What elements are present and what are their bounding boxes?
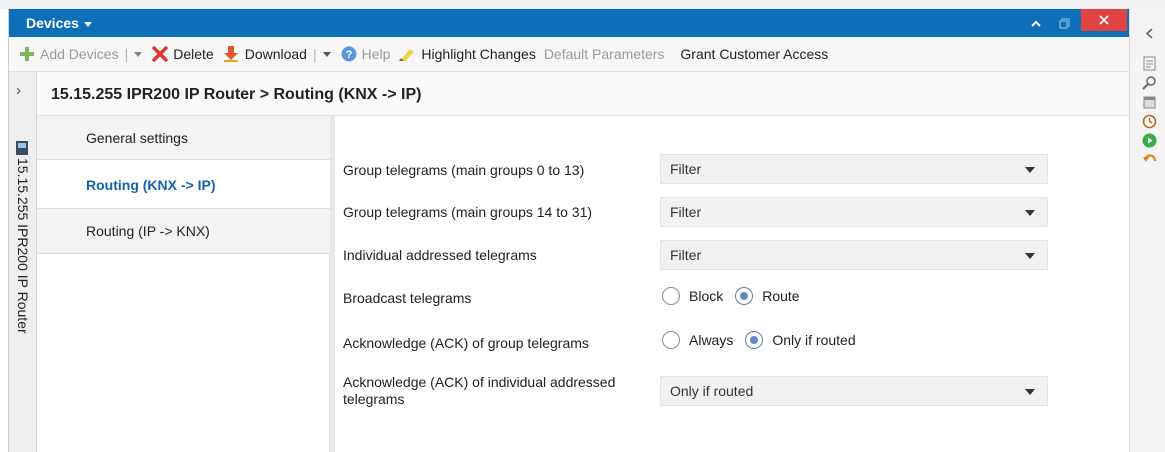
nav-item-label: General settings [86, 129, 188, 146]
page-title: 15.15.255 IPR200 IP Router > Routing (KN… [51, 86, 422, 103]
close-icon [1099, 15, 1109, 25]
right-side-toolbar [1129, 9, 1165, 452]
chevron-down-icon [1025, 167, 1035, 173]
ack-individual-label-line1: Acknowledge (ACK) of individual addresse… [343, 374, 616, 390]
help-button[interactable]: ? Help [337, 37, 395, 72]
panel-title: Devices [26, 15, 79, 31]
x-icon [152, 46, 168, 62]
help-icon: ? [341, 46, 357, 62]
broadcast-block-label[interactable]: Block [689, 288, 723, 304]
ack-group-label: Acknowledge (ACK) of group telegrams [343, 335, 589, 351]
delete-label: Delete [173, 46, 214, 62]
individual-label: Individual addressed telegrams [343, 247, 537, 263]
broadcast-block-radio[interactable] [662, 287, 680, 305]
properties-icon[interactable] [1142, 95, 1157, 110]
plus-icon [20, 47, 34, 61]
group-main-0-13-label: Group telegrams (main groups 0 to 13) [343, 162, 585, 178]
delete-button[interactable]: Delete [148, 37, 217, 72]
search-icon[interactable] [1142, 75, 1157, 90]
ack-group-only-if-routed-label[interactable]: Only if routed [772, 332, 855, 348]
nav-item-routing-ip-knx[interactable]: Routing (IP -> KNX) [37, 208, 330, 254]
toolbar-separator: | [124, 46, 129, 62]
download-label: Download [244, 46, 307, 62]
nav-item-label: Routing (IP -> KNX) [86, 223, 210, 239]
content-divider [330, 116, 335, 452]
title-bar: Devices [9, 9, 1130, 37]
default-parameters-label: Default Parameters [543, 46, 665, 62]
group-main-0-13-value: Filter [670, 161, 702, 177]
chevron-left-icon[interactable] [1142, 26, 1157, 41]
chevron-up-icon [1031, 20, 1041, 27]
device-side-tab[interactable]: › 15.15.255 IPR200 IP Router [9, 72, 37, 452]
group-main-14-31-label: Group telegrams (main groups 14 to 31) [343, 204, 593, 220]
individual-select[interactable]: Filter [660, 240, 1048, 270]
nav-item-general-settings[interactable]: General settings [37, 116, 330, 160]
restore-button[interactable] [1053, 9, 1075, 37]
grant-customer-access-button[interactable]: Grant Customer Access [676, 37, 832, 72]
broadcast-route-radio[interactable] [735, 287, 754, 305]
toolbar: Add Devices | Delete Download | ? Help H… [9, 37, 1130, 72]
group-main-0-13-select[interactable]: Filter [660, 154, 1048, 184]
highlight-changes-button[interactable]: Highlight Changes [394, 37, 539, 72]
ack-individual-value: Only if routed [670, 383, 754, 399]
undo-icon[interactable] [1142, 152, 1157, 167]
ack-individual-label: Acknowledge (ACK) of individual addresse… [343, 374, 615, 408]
svg-text:?: ? [345, 49, 352, 61]
ack-group-always-label[interactable]: Always [689, 332, 733, 348]
device-side-label: 15.15.255 IPR200 IP Router [15, 158, 31, 334]
top-strip [0, 0, 1165, 9]
help-label: Help [361, 46, 391, 62]
broadcast-label: Broadcast telegrams [343, 290, 472, 306]
restore-icon [1059, 18, 1069, 28]
nav-item-routing-knx-ip[interactable]: Routing (KNX -> IP) [37, 161, 330, 208]
chevron-down-icon [83, 21, 92, 27]
broadcast-route-label[interactable]: Route [762, 288, 799, 304]
document-icon[interactable] [1142, 56, 1157, 71]
add-devices-label: Add Devices [40, 46, 119, 62]
chevron-right-icon[interactable]: › [16, 82, 21, 99]
download-dropdown-arrow[interactable] [322, 51, 331, 57]
ack-group-only-if-routed-radio[interactable] [745, 331, 764, 349]
grant-customer-access-label: Grant Customer Access [680, 46, 829, 62]
device-icon [16, 141, 28, 155]
chevron-down-icon [1025, 253, 1035, 259]
download-arrow-icon [223, 46, 238, 62]
ack-individual-select[interactable]: Only if routed [660, 376, 1048, 406]
panel-title-button[interactable]: Devices [26, 15, 92, 31]
ack-group-always-radio[interactable] [662, 331, 680, 349]
page-header: 15.15.255 IPR200 IP Router > Routing (KN… [37, 72, 1130, 116]
ack-individual-label-line2: telegrams [343, 391, 405, 407]
individual-value: Filter [670, 247, 702, 263]
highlighter-icon [399, 49, 415, 61]
chevron-down-icon [1025, 389, 1035, 395]
close-button[interactable] [1081, 9, 1127, 31]
broadcast-radio-group: Block Route [662, 287, 812, 305]
add-devices-dropdown-arrow[interactable] [134, 51, 143, 57]
nav-item-label: Routing (KNX -> IP) [86, 176, 216, 193]
highlight-changes-label: Highlight Changes [421, 46, 536, 62]
download-button[interactable]: Download [218, 37, 311, 72]
default-parameters-button[interactable]: Default Parameters [540, 37, 669, 72]
add-devices-button[interactable]: Add Devices [15, 37, 123, 72]
group-main-14-31-value: Filter [670, 204, 702, 220]
ack-group-radio-group: Always Only if routed [662, 331, 868, 349]
collapse-button[interactable] [1025, 9, 1047, 37]
parameter-nav: General settings Routing (KNX -> IP) Rou… [37, 116, 330, 452]
play-icon[interactable] [1142, 133, 1157, 148]
group-main-14-31-select[interactable]: Filter [660, 197, 1048, 227]
chevron-down-icon [1025, 210, 1035, 216]
toolbar-separator: | [312, 46, 317, 62]
history-icon[interactable] [1142, 114, 1157, 129]
